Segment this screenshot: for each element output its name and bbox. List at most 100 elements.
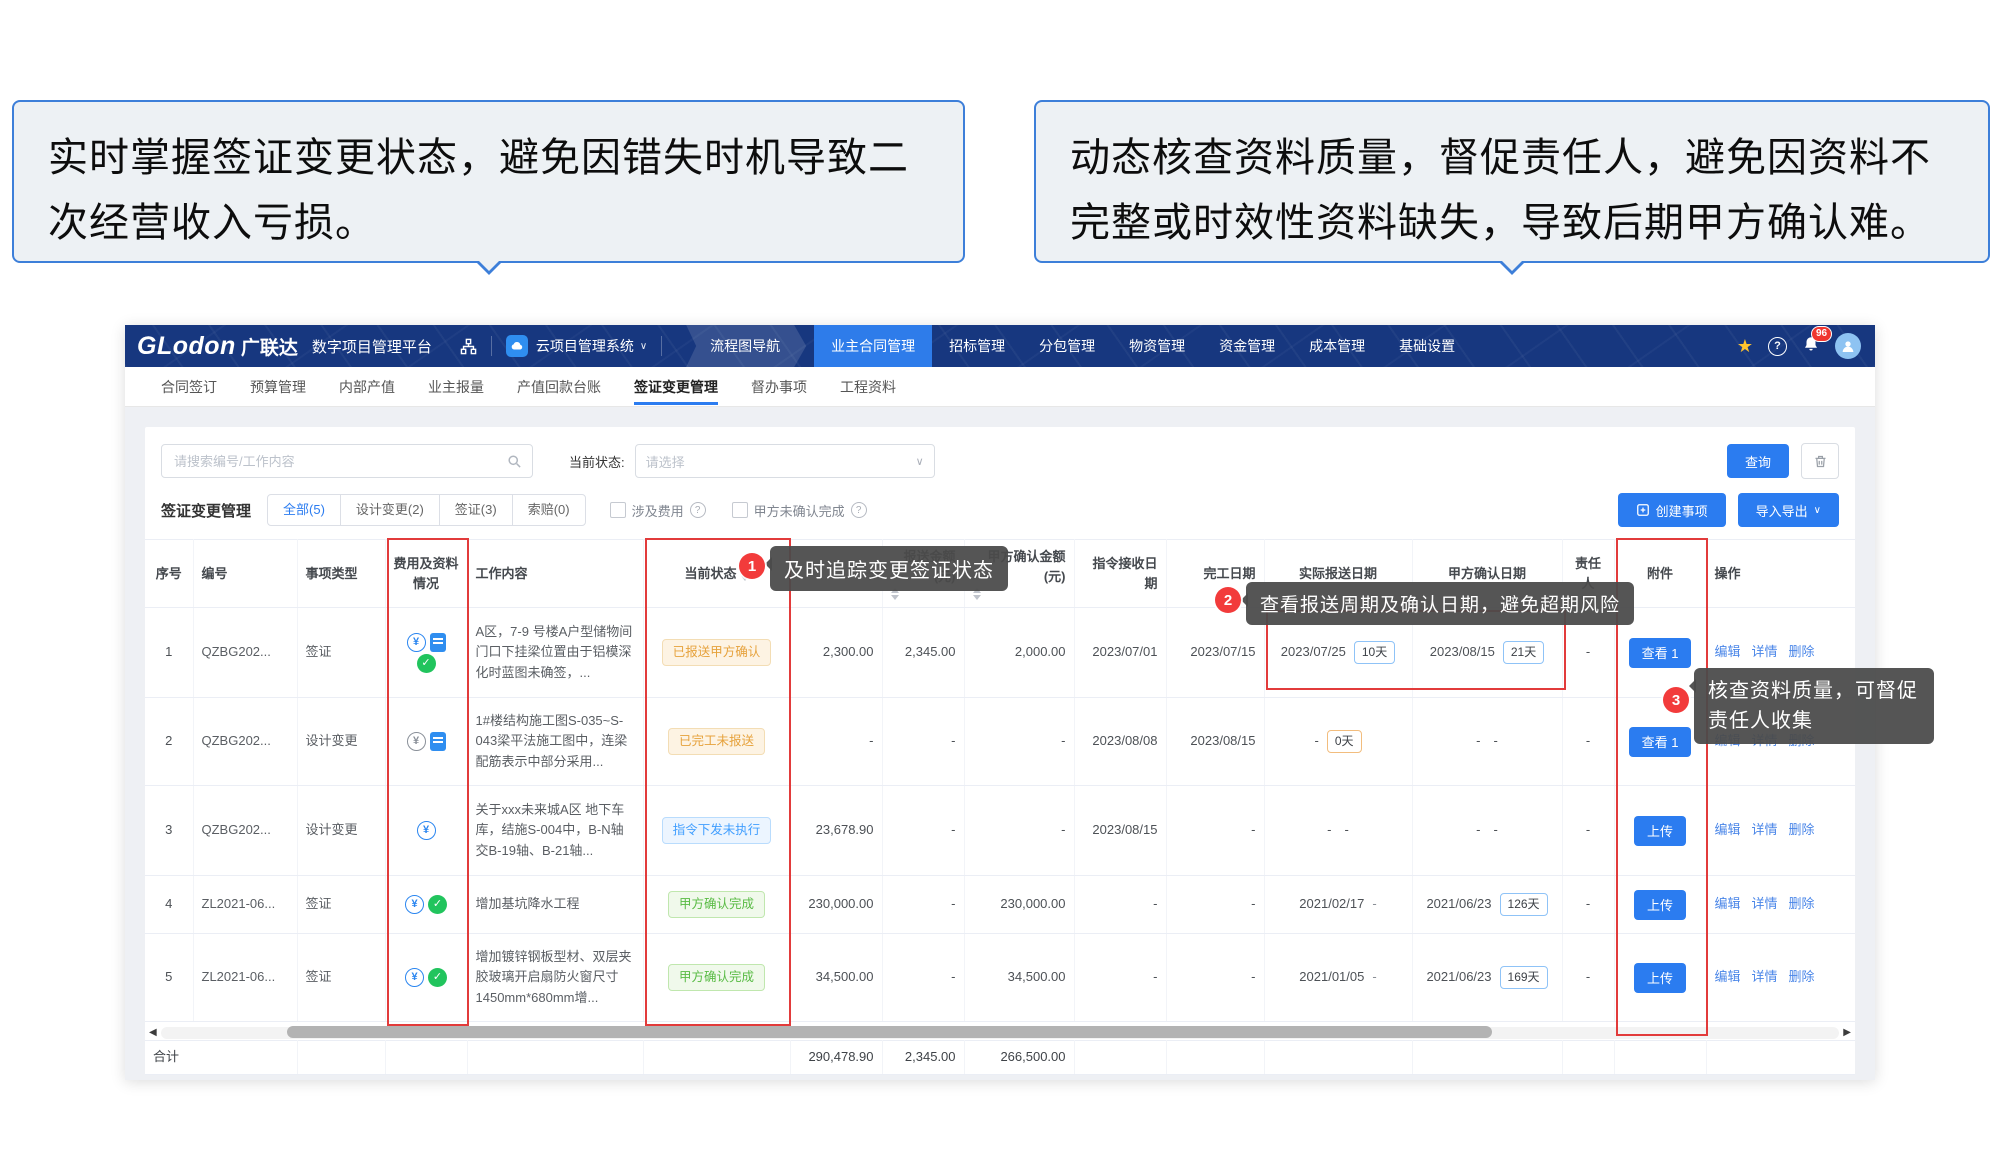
attachment-button[interactable]: 上传 <box>1634 963 1686 993</box>
help-icon[interactable]: ? <box>1768 337 1787 356</box>
chevron-down-icon[interactable]: ∨ <box>640 341 647 352</box>
scrollbar-thumb[interactable] <box>287 1026 1492 1038</box>
filter-chip[interactable]: 全部(5) <box>267 494 341 526</box>
action-link[interactable]: 详情 <box>1752 822 1778 837</box>
cell: 签证 <box>297 934 385 1022</box>
cell: 增加基坑降水工程 <box>467 876 643 934</box>
check-icon: ✓ <box>428 968 447 987</box>
cell: - <box>964 698 1074 786</box>
nav-item[interactable]: 基础设置 <box>1382 325 1472 367</box>
create-item-button[interactable]: 创建事项 <box>1618 493 1726 527</box>
search-icon[interactable] <box>507 454 522 469</box>
import-export-label: 导入导出 <box>1756 501 1808 520</box>
checkbox-box[interactable] <box>610 502 626 518</box>
attachment-button[interactable]: 查看 1 <box>1629 727 1692 757</box>
cell: - <box>1074 876 1166 934</box>
search-box[interactable] <box>161 444 533 478</box>
annotation-tooltip-3: 核查资料质量，可督促责任人收集 <box>1694 668 1934 744</box>
filter-chip[interactable]: 签证(3) <box>439 494 513 526</box>
query-button[interactable]: 查询 <box>1727 444 1789 478</box>
scroll-right-icon[interactable]: ▶ <box>1843 1027 1851 1039</box>
notification-bell-icon[interactable]: 96 <box>1802 335 1820 358</box>
check-icon: ✓ <box>428 895 447 914</box>
nav-item[interactable]: 分包管理 <box>1022 325 1112 367</box>
action-link[interactable]: 删除 <box>1789 969 1815 984</box>
cell: - <box>1166 786 1264 876</box>
action-link[interactable]: 编辑 <box>1715 896 1741 911</box>
cell: 编辑详情删除 <box>1706 786 1855 876</box>
cell: 230,000.00 <box>790 876 882 934</box>
callout-right: 动态核查资料质量，督促责任人，避免因资料不完整或时效性资料缺失，导致后期甲方确认… <box>1034 100 1990 263</box>
status-select[interactable]: 请选择 ∨ <box>635 444 935 478</box>
subnav-tab[interactable]: 业主报量 <box>428 369 484 405</box>
checkbox-box[interactable] <box>732 502 748 518</box>
nav-item[interactable]: 物资管理 <box>1112 325 1202 367</box>
attachment-button[interactable]: 查看 1 <box>1629 638 1692 668</box>
subnav-tab[interactable]: 产值回款台账 <box>517 369 601 405</box>
summary-cell: 290,478.90 <box>790 1041 882 1075</box>
cell: - <box>1562 876 1614 934</box>
days-chip: 21天 <box>1503 641 1544 664</box>
filter-chip[interactable]: 设计变更(2) <box>340 494 440 526</box>
cell: 设计变更 <box>297 786 385 876</box>
chevron-down-icon: ∨ <box>1814 505 1821 516</box>
action-link[interactable]: 编辑 <box>1715 969 1741 984</box>
action-link[interactable]: 删除 <box>1789 644 1815 659</box>
attachment-button[interactable]: 上传 <box>1634 890 1686 920</box>
system-switcher[interactable]: 云项目管理系统 <box>536 336 634 356</box>
platform-title: 数字项目管理平台 <box>312 336 432 357</box>
divider <box>491 336 492 356</box>
action-link[interactable]: 详情 <box>1752 644 1778 659</box>
scroll-left-icon[interactable]: ◀ <box>149 1027 157 1039</box>
action-link[interactable]: 详情 <box>1752 896 1778 911</box>
action-link[interactable]: 编辑 <box>1715 822 1741 837</box>
subnav: 合同签订预算管理内部产值业主报量产值回款台账签证变更管理督办事项工程资料 <box>125 367 1875 407</box>
cell: 2,345.00 <box>882 608 964 698</box>
cell: A区，7-9 号楼A户型储物间门口下挂梁位置由于铝模深化时蓝图未确签，... <box>467 608 643 698</box>
cell: ¥✓ <box>385 608 467 698</box>
cell: 2021/06/23126天 <box>1412 876 1562 934</box>
cost-yuan-icon: ¥ <box>407 633 426 652</box>
filter-chip[interactable]: 索赔(0) <box>512 494 586 526</box>
search-input[interactable] <box>172 453 497 470</box>
filter-checkbox[interactable]: 涉及费用? <box>610 501 706 520</box>
cell: 23,678.90 <box>790 786 882 876</box>
flow-nav-button[interactable]: 流程图导航 <box>686 325 806 367</box>
summary-cell <box>467 1041 643 1075</box>
callout-arrow <box>1500 259 1524 271</box>
subnav-tab[interactable]: 预算管理 <box>250 369 306 405</box>
user-avatar[interactable] <box>1835 333 1861 359</box>
nav-item[interactable]: 资金管理 <box>1202 325 1292 367</box>
date-value: - <box>1314 731 1318 751</box>
clear-button[interactable] <box>1801 443 1839 479</box>
callout-arrow <box>477 259 501 271</box>
action-link[interactable]: 编辑 <box>1715 644 1741 659</box>
days-chip: 10天 <box>1354 641 1395 664</box>
action-link[interactable]: 删除 <box>1789 822 1815 837</box>
org-structure-icon[interactable] <box>460 338 477 355</box>
subnav-tab[interactable]: 督办事项 <box>751 369 807 405</box>
cell: - <box>1074 934 1166 1022</box>
attachment-button[interactable]: 上传 <box>1634 816 1686 846</box>
subnav-tab[interactable]: 内部产值 <box>339 369 395 405</box>
caret-down-icon <box>973 595 981 600</box>
nav-item[interactable]: 成本管理 <box>1292 325 1382 367</box>
summary-cell <box>1166 1041 1264 1075</box>
favorite-star-icon[interactable]: ★ <box>1737 336 1753 357</box>
filter-checkbox[interactable]: 甲方未确认完成? <box>732 501 867 520</box>
nav-item[interactable]: 业主合同管理 <box>814 325 932 367</box>
import-export-button[interactable]: 导入导出 ∨ <box>1738 493 1839 527</box>
action-link[interactable]: 详情 <box>1752 969 1778 984</box>
cell: 2023/07/01 <box>1074 608 1166 698</box>
annotation-step-2: 2 <box>1215 587 1241 613</box>
subnav-tab[interactable]: 签证变更管理 <box>634 369 718 405</box>
nav-item[interactable]: 招标管理 <box>932 325 1022 367</box>
subnav-tab[interactable]: 合同签订 <box>161 369 217 405</box>
cell: 签证 <box>297 876 385 934</box>
action-link[interactable]: 删除 <box>1789 896 1815 911</box>
cell: 甲方确认完成 <box>643 876 790 934</box>
callout-left-text: 实时掌握签证变更状态，避免因错失时机导致二次经营收入亏损。 <box>48 136 909 245</box>
subnav-tab[interactable]: 工程资料 <box>840 369 896 405</box>
annotation-tooltip-1: 及时追踪变更签证状态 <box>770 546 1008 591</box>
cell: -0天 <box>1264 698 1412 786</box>
